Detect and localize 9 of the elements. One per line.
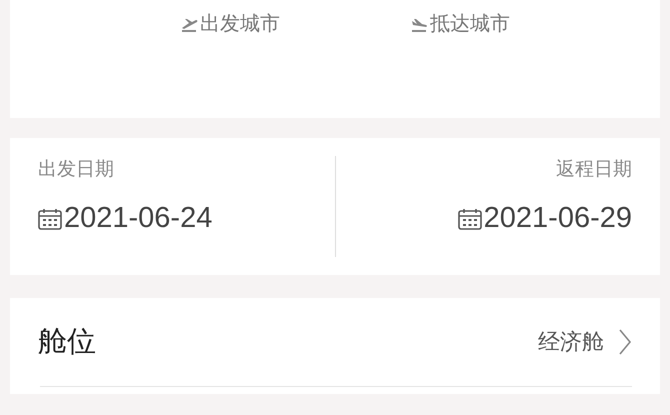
- date-picker[interactable]: 2021-06-29: [458, 202, 632, 235]
- calendar-icon: [458, 208, 482, 230]
- chevron-right-icon: [618, 328, 632, 356]
- arrival-city-field[interactable]: 抵达城市: [410, 10, 510, 37]
- calendar-icon: [38, 208, 62, 230]
- date-label: 返程日期: [556, 157, 632, 182]
- date-label: 出发日期: [38, 157, 115, 182]
- date-picker[interactable]: 2021-06-24: [38, 202, 334, 235]
- departure-city-field[interactable]: 出发城市: [180, 10, 280, 37]
